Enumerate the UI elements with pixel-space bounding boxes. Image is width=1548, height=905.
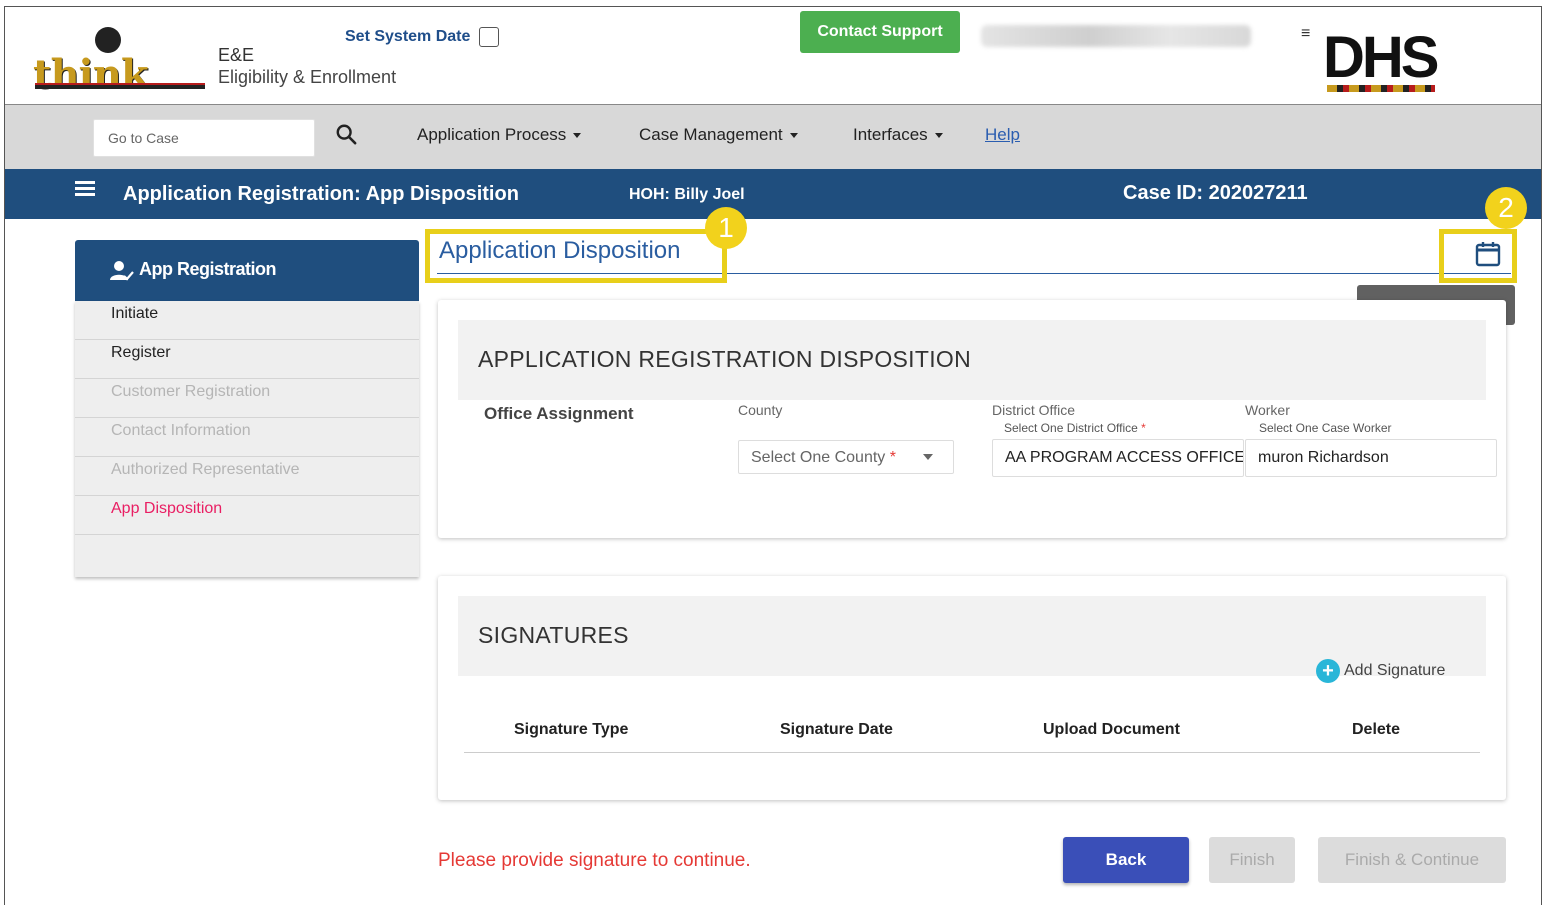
app-window: think E&E Eligibility & Enrollment Set S…: [4, 6, 1542, 905]
search-icon[interactable]: [335, 123, 357, 145]
district-office-label: District Office: [992, 402, 1075, 418]
logo-figure-icon: [95, 27, 121, 53]
county-select[interactable]: Select One County *: [738, 440, 954, 474]
top-header: think E&E Eligibility & Enrollment Set S…: [5, 7, 1541, 105]
finish-button[interactable]: Finish: [1209, 837, 1295, 883]
worker-label: Worker: [1245, 402, 1290, 418]
callout-highlight-title: [425, 229, 727, 283]
district-required-mark: *: [1141, 421, 1146, 435]
sidebar-item-contact-information: Contact Information: [75, 418, 419, 457]
add-signature-button[interactable]: + Add Signature: [1316, 659, 1445, 683]
user-email-redacted: [981, 25, 1251, 47]
plus-circle-icon: +: [1316, 659, 1340, 683]
dhs-logo: DHS: [1323, 27, 1443, 93]
caret-down-icon: [573, 133, 582, 139]
callout-marker-1: 1: [705, 207, 747, 249]
caret-down-icon: [789, 133, 798, 139]
dhs-logo-text: DHS: [1323, 25, 1439, 90]
logo-tagline-bar: [35, 83, 205, 89]
office-assignment-label: Office Assignment: [484, 404, 634, 423]
county-label: County: [738, 402, 783, 418]
caret-down-icon: [923, 454, 933, 460]
add-signature-label: Add Signature: [1344, 662, 1446, 679]
sidebar-header-label: App Registration: [139, 259, 277, 279]
hamburger-menu-icon[interactable]: [75, 181, 95, 197]
finish-continue-button[interactable]: Finish & Continue: [1318, 837, 1506, 883]
county-placeholder: Select One County: [751, 449, 886, 466]
logo-wordmark: think: [33, 51, 149, 98]
sidebar-item-initiate[interactable]: Initiate: [75, 301, 419, 340]
callout-marker-2: 2: [1485, 187, 1527, 229]
district-office-sublabel: Select One District Office *: [1004, 421, 1146, 435]
go-to-case-input[interactable]: [93, 119, 315, 157]
set-system-date-label: Set System Date: [345, 28, 471, 45]
signatures-card-header: SIGNATURES + Add Signature: [458, 596, 1486, 683]
column-header-upload-document: Upload Document: [1043, 721, 1180, 738]
sidebar-item-register[interactable]: Register: [75, 340, 419, 379]
menu-icon-small[interactable]: ≡: [1301, 25, 1310, 43]
nav-help-link[interactable]: Help: [985, 125, 1020, 145]
signatures-card: SIGNATURES + Add Signature Signature Typ…: [438, 576, 1506, 800]
dhs-logo-bar: [1327, 85, 1435, 92]
back-button[interactable]: Back: [1063, 837, 1189, 883]
nav-interfaces-label: Interfaces: [853, 125, 928, 144]
contact-support-button[interactable]: Contact Support: [800, 11, 960, 53]
caret-down-icon: [934, 133, 943, 139]
worker-sublabel: Select One Case Worker: [1259, 421, 1392, 435]
callout-highlight-calendar: [1439, 229, 1517, 283]
app-long-name: Eligibility & Enrollment: [218, 67, 397, 87]
sidebar-item-customer-registration: Customer Registration: [75, 379, 419, 418]
disposition-card: APPLICATION REGISTRATION DISPOSITION Off…: [438, 300, 1506, 538]
disposition-card-header: APPLICATION REGISTRATION DISPOSITION: [458, 320, 1486, 400]
district-office-sublabel-text: Select One District Office: [1004, 421, 1138, 435]
nav-interfaces[interactable]: Interfaces: [853, 125, 943, 145]
main-nav: Application Process Case Management Inte…: [5, 105, 1541, 169]
signature-error-message: Please provide signature to continue.: [438, 850, 751, 871]
column-header-delete: Delete: [1352, 721, 1401, 738]
case-id: Case ID: 202027211: [1123, 182, 1308, 204]
sidebar-list: Initiate Register Customer Registration …: [75, 301, 419, 577]
set-system-date-checkbox[interactable]: [479, 27, 499, 47]
disposition-heading: APPLICATION REGISTRATION DISPOSITION: [478, 346, 972, 372]
nav-application-process[interactable]: Application Process: [417, 125, 582, 145]
signatures-heading: SIGNATURES: [478, 622, 629, 648]
column-header-signature-date: Signature Date: [780, 721, 893, 738]
sidebar-item-app-disposition[interactable]: App Disposition: [75, 496, 419, 535]
page-title-bar: Application Registration: App Dispositio…: [5, 169, 1541, 219]
sidebar-header: App Registration: [75, 240, 419, 301]
page-title: Application Registration: App Dispositio…: [123, 183, 519, 205]
nav-case-management[interactable]: Case Management: [639, 125, 798, 145]
think-logo: think: [33, 27, 205, 98]
worker-field[interactable]: muron Richardson: [1245, 439, 1497, 477]
nav-case-management-label: Case Management: [639, 125, 783, 144]
sidebar-item-authorized-representative: Authorized Representative: [75, 457, 419, 496]
user-check-icon: [110, 261, 134, 281]
table-header-divider: [464, 752, 1480, 753]
column-header-signature-type: Signature Type: [514, 721, 629, 738]
nav-application-process-label: Application Process: [417, 125, 567, 144]
app-short-name: E&E: [218, 45, 255, 65]
head-of-household: HOH: Billy Joel: [629, 186, 745, 203]
county-required-mark: *: [889, 449, 896, 466]
district-office-field[interactable]: AA PROGRAM ACCESS OFFICE: [992, 439, 1244, 477]
